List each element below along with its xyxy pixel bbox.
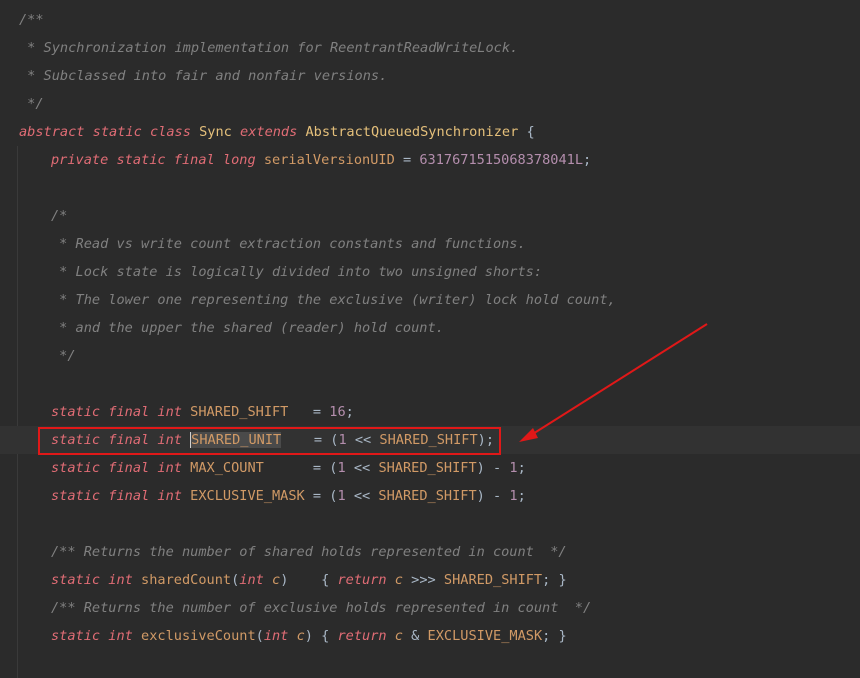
keyword-static: static xyxy=(116,152,166,168)
param-c[interactable]: c xyxy=(395,572,403,588)
keyword-private: private xyxy=(51,152,109,168)
number-literal: 6317671515068378041L xyxy=(419,152,584,168)
field-ref-shared-shift[interactable]: SHARED_SHIFT xyxy=(378,460,476,476)
code-line: * Lock state is logically divided into t… xyxy=(0,258,860,286)
keyword-final: final xyxy=(173,152,215,168)
code-line: * Subclassed into fair and nonfair versi… xyxy=(0,62,860,90)
javadoc-text: * Synchronization implementation for Ree… xyxy=(19,40,519,56)
method-shared-count[interactable]: sharedCount xyxy=(141,572,231,588)
field-ref-shared-shift[interactable]: SHARED_SHIFT xyxy=(378,488,476,504)
field-serialversionuid[interactable]: serialVersionUID xyxy=(264,152,395,168)
code-line-max-count: static final int MAX_COUNT = (1 << SHARE… xyxy=(51,460,526,476)
type-int: int xyxy=(157,404,182,420)
code-line: /* xyxy=(0,202,860,230)
type-int: int xyxy=(157,460,182,476)
number-literal: 1 xyxy=(337,460,346,476)
param-c[interactable]: c xyxy=(272,572,280,588)
comment-text: * Lock state is logically divided into t… xyxy=(51,264,543,280)
code-line: /** xyxy=(0,6,860,34)
number-literal: 1 xyxy=(509,460,518,476)
javadoc-close: */ xyxy=(19,96,44,112)
code-line-shared-shift: static final int SHARED_SHIFT = 16; xyxy=(51,404,354,420)
javadoc-text: * Subclassed into fair and nonfair versi… xyxy=(19,68,388,84)
keyword-static: static xyxy=(51,488,101,504)
field-shared-shift[interactable]: SHARED_SHIFT xyxy=(190,404,288,420)
keyword-static: static xyxy=(92,124,142,140)
comment-text: * The lower one representing the exclusi… xyxy=(51,292,616,308)
code-line: */ xyxy=(0,90,860,118)
code-line: /** Returns the number of shared holds r… xyxy=(0,538,860,566)
keyword-abstract: abstract xyxy=(19,124,85,140)
keyword-static: static xyxy=(51,460,101,476)
code-line: * The lower one representing the exclusi… xyxy=(0,286,860,314)
comment-open: /* xyxy=(51,208,68,224)
javadoc-shared-count: /** Returns the number of shared holds r… xyxy=(51,544,567,560)
code-line: * Read vs write count extraction constan… xyxy=(0,230,860,258)
field-ref-shared-shift[interactable]: SHARED_SHIFT xyxy=(444,572,542,588)
code-line-class-declaration: abstract static class Sync extends Abstr… xyxy=(19,124,535,140)
code-line: */ xyxy=(0,342,860,370)
keyword-static: static xyxy=(51,572,101,588)
keyword-static: static xyxy=(51,404,101,420)
type-int: int xyxy=(263,628,289,644)
class-name-sync[interactable]: Sync xyxy=(199,124,232,140)
code-line-serial-version: private static final long serialVersionU… xyxy=(51,152,592,168)
type-int: int xyxy=(108,628,133,644)
keyword-static: static xyxy=(51,628,101,644)
annotation-highlight-box xyxy=(38,427,501,455)
code-line-shared-count: static int sharedCount(int c) { return c… xyxy=(51,572,567,588)
keyword-extends: extends xyxy=(240,124,298,140)
code-line-exclusive-count: static int exclusiveCount(int c) { retur… xyxy=(51,628,567,644)
keyword-return: return xyxy=(337,628,387,644)
keyword-final: final xyxy=(108,404,150,420)
javadoc-exclusive-count: /** Returns the number of exclusive hold… xyxy=(51,600,592,616)
type-int: int xyxy=(157,488,182,504)
code-editor[interactable]: /** * Synchronization implementation for… xyxy=(0,0,860,678)
type-int: int xyxy=(239,572,264,588)
keyword-final: final xyxy=(108,488,150,504)
param-c[interactable]: c xyxy=(395,628,403,644)
keyword-return: return xyxy=(337,572,387,588)
keyword-class: class xyxy=(149,124,191,140)
type-long: long xyxy=(222,152,256,168)
code-area[interactable]: /** * Synchronization implementation for… xyxy=(0,6,860,650)
keyword-final: final xyxy=(108,460,150,476)
number-literal: 1 xyxy=(337,488,346,504)
comment-close: */ xyxy=(51,348,76,364)
number-literal: 1 xyxy=(509,488,518,504)
javadoc-open: /** xyxy=(19,12,44,28)
number-literal: 16 xyxy=(329,404,346,420)
field-exclusive-mask[interactable]: EXCLUSIVE_MASK xyxy=(190,488,305,504)
type-int: int xyxy=(108,572,133,588)
field-ref-exclusive-mask[interactable]: EXCLUSIVE_MASK xyxy=(428,628,543,644)
code-line: * Synchronization implementation for Ree… xyxy=(0,34,860,62)
code-line-exclusive-mask: static final int EXCLUSIVE_MASK = (1 << … xyxy=(51,488,526,504)
class-name-aqs[interactable]: AbstractQueuedSynchronizer xyxy=(306,124,519,140)
code-line: /** Returns the number of exclusive hold… xyxy=(0,594,860,622)
comment-text: * and the upper the shared (reader) hold… xyxy=(51,320,444,336)
param-c[interactable]: c xyxy=(297,628,305,644)
code-line: * and the upper the shared (reader) hold… xyxy=(0,314,860,342)
method-exclusive-count[interactable]: exclusiveCount xyxy=(141,628,256,644)
comment-text: * Read vs write count extraction constan… xyxy=(51,236,526,252)
field-max-count[interactable]: MAX_COUNT xyxy=(190,460,264,476)
